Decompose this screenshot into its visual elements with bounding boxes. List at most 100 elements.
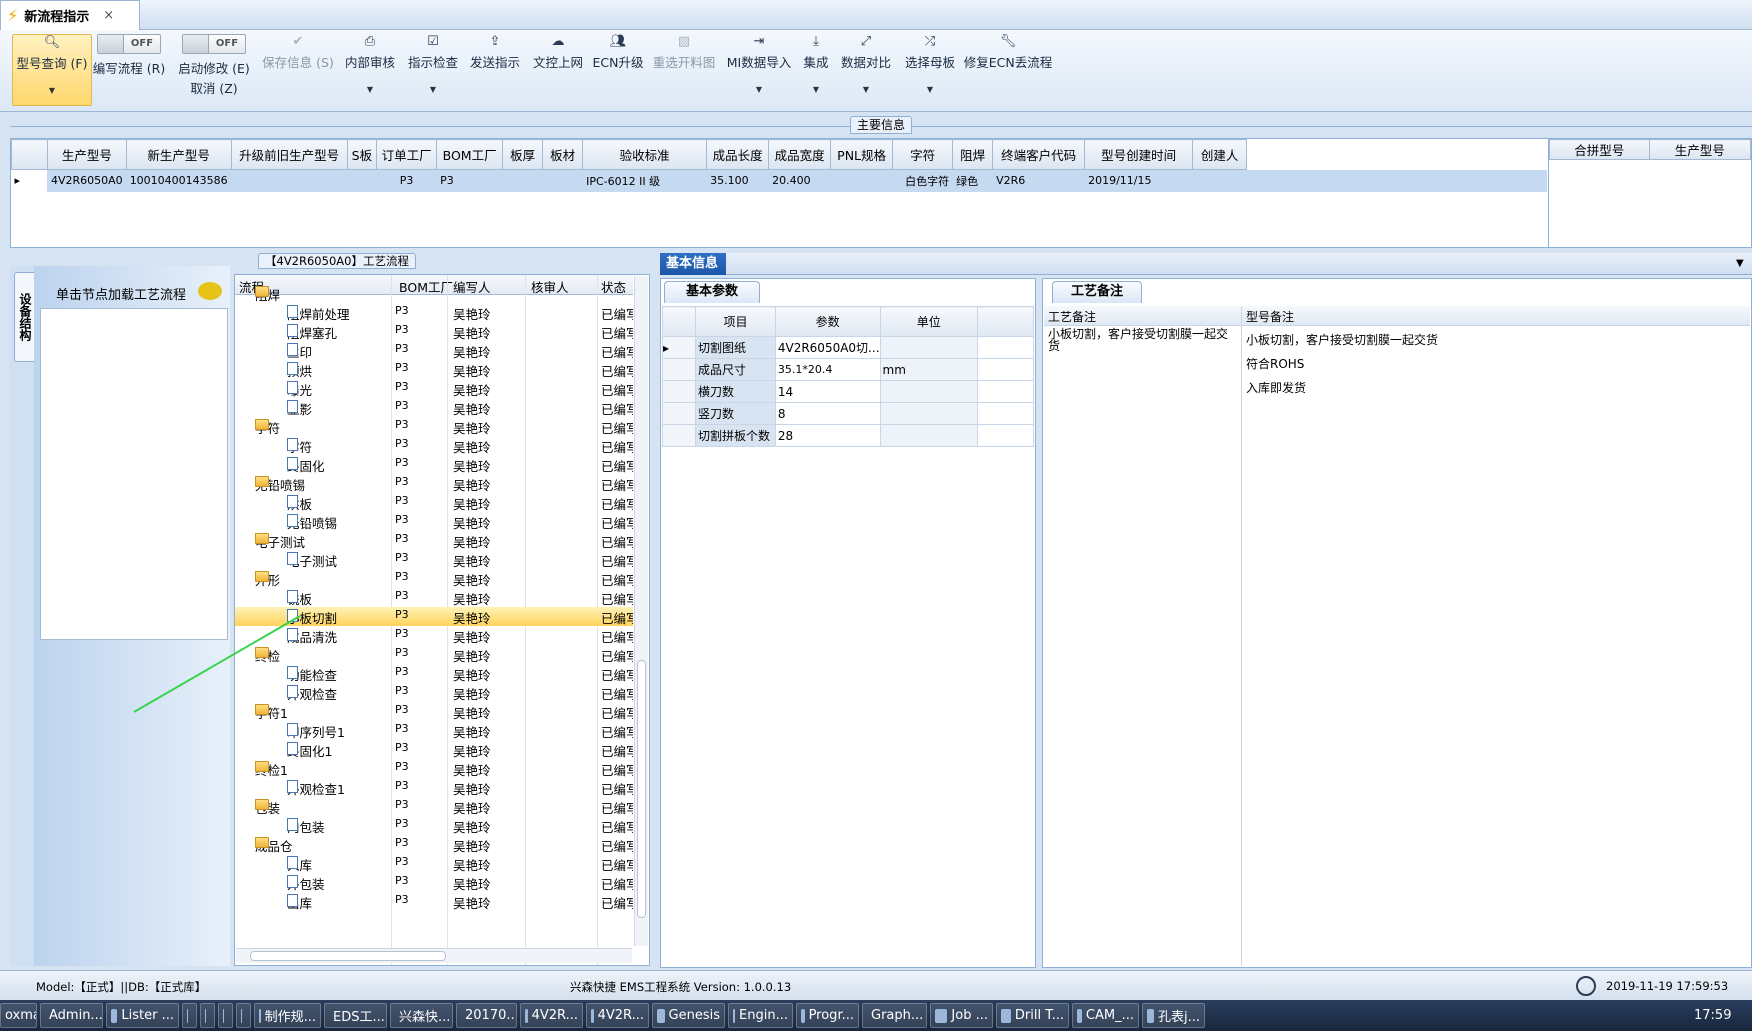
col-header[interactable]: 成品宽度: [768, 139, 832, 170]
taskbar-item[interactable]: [236, 1003, 251, 1028]
chevron-down-icon[interactable]: ▼: [927, 85, 933, 94]
scroll-thumb[interactable]: [637, 660, 646, 918]
instruction-check-button[interactable]: ☑ 指示检查 ▼: [408, 34, 458, 106]
reselect-cutting-drawing-button[interactable]: ▨ 重选开料图: [652, 34, 716, 106]
params-table[interactable]: 项目 参数 单位 ▸ 切割图纸 4V2R6050A0切... 成品尺寸 35.1*20.…: [661, 306, 1035, 447]
taskbar-item[interactable]: 20170...: [456, 1003, 517, 1028]
col-header[interactable]: 参数: [774, 306, 881, 337]
taskbar-item[interactable]: Drill T...: [996, 1003, 1069, 1028]
ecn-upgrade-button[interactable]: 👥︎ ECN升级: [593, 34, 644, 106]
col-header[interactable]: 生产型号: [47, 139, 127, 170]
taskbar-item[interactable]: 4V2R...: [520, 1003, 583, 1028]
col-header[interactable]: 阻焊: [952, 139, 994, 170]
model-notes-text[interactable]: 小板切割，客户接受切割膜一起交货 符合ROHS 入库即发货: [1242, 326, 1750, 402]
tree-node[interactable]: −成品仓P3吴艳玲已编写: [235, 835, 633, 854]
col-header[interactable]: 创建人: [1192, 139, 1248, 170]
tree-node[interactable]: 丝印P3吴艳玲已编写: [235, 341, 633, 360]
tree-node[interactable]: −字符P3吴艳玲已编写: [235, 417, 633, 436]
comment-icon[interactable]: [198, 282, 222, 300]
taskbar-item[interactable]: Engin...: [728, 1003, 793, 1028]
col-header[interactable]: 项目: [695, 306, 776, 337]
tree-node[interactable]: 无铅喷锡P3吴艳玲已编写: [235, 512, 633, 531]
taskbar-item[interactable]: CAM_...: [1072, 1003, 1139, 1028]
table-row[interactable]: 成品尺寸 35.1*20.4 mm: [661, 358, 1035, 381]
tab-process-notes[interactable]: 工艺备注: [1052, 281, 1142, 303]
chevron-down-icon[interactable]: ▼: [367, 85, 373, 94]
chevron-down-icon[interactable]: ▼: [1736, 258, 1744, 269]
tree-node[interactable]: 出库P3吴艳玲已编写: [235, 892, 633, 911]
load-flow-box[interactable]: [40, 308, 228, 640]
chevron-down-icon[interactable]: ▼: [49, 86, 55, 95]
save-info-button[interactable]: ✔ 保存信息 (S): [262, 34, 334, 106]
taskbar-item[interactable]: 兴森快...: [390, 1003, 453, 1028]
table-row[interactable]: 横刀数 14: [661, 380, 1035, 403]
col-header[interactable]: BOM工厂: [436, 139, 504, 170]
doc-control-publish-button[interactable]: ☁ 文控上网: [532, 34, 584, 106]
write-flow-toggle[interactable]: OFF 编写流程 (R): [93, 34, 165, 106]
tab-basic-info[interactable]: 基本信息: [660, 253, 726, 275]
tab-basic-params[interactable]: 基本参数: [664, 281, 760, 303]
chevron-down-icon[interactable]: ▼: [813, 85, 819, 94]
start-modify-toggle[interactable]: OFF 启动修改 (E) 取消 (Z): [176, 34, 252, 106]
col-header[interactable]: 板材: [542, 139, 584, 170]
cancel-button[interactable]: 取消 (Z): [190, 78, 237, 97]
process-notes-column[interactable]: 工艺备注 小板切割，客户接受切割膜一起交货: [1044, 306, 1242, 966]
document-tab[interactable]: ⚡ 新流程指示 ×: [0, 0, 140, 30]
data-compare-button[interactable]: ⤢ 数据对比 ▼: [840, 34, 892, 106]
tree-node[interactable]: 电子测试P3吴艳玲已编写: [235, 550, 633, 569]
repair-ecn-flow-button[interactable]: 🔧︎ 修复ECN丢流程: [964, 34, 1052, 106]
tree-node[interactable]: 显影P3吴艳玲已编写: [235, 398, 633, 417]
table-row[interactable]: 竖刀数 8: [661, 402, 1035, 425]
tree-node[interactable]: 烘板P3吴艳玲已编写: [235, 493, 633, 512]
table-row[interactable]: ▸ 4V2R6050A0 10010400143586 P3 P3 IPC-60…: [11, 169, 1554, 192]
mi-data-import-button[interactable]: ⇥ MI数据导入 ▼: [726, 34, 792, 106]
taskbar-item[interactable]: [200, 1003, 215, 1028]
tree-node[interactable]: 内包装P3吴艳玲已编写: [235, 816, 633, 835]
col-header[interactable]: 合拼型号: [1549, 139, 1650, 160]
tree-node[interactable]: 终固化1P3吴艳玲已编写: [235, 740, 633, 759]
col-header[interactable]: 验收标准: [582, 139, 708, 170]
table-row[interactable]: ▸ 切割图纸 4V2R6050A0切...: [661, 336, 1035, 359]
tab-equipment-structure[interactable]: 设备结构: [14, 272, 36, 362]
tree-horizontal-scrollbar[interactable]: [236, 948, 632, 963]
tree-node[interactable]: 预烘P3吴艳玲已编写: [235, 360, 633, 379]
tree-node[interactable]: 入库P3吴艳玲已编写: [235, 854, 633, 873]
send-instruction-button[interactable]: ⇪ 发送指示: [470, 34, 520, 106]
tree-node[interactable]: 终固化P3吴艳玲已编写: [235, 455, 633, 474]
tree-node[interactable]: −阻焊: [235, 284, 633, 303]
merge-model-grid[interactable]: 合拼型号 生产型号: [1548, 138, 1752, 248]
process-notes-text[interactable]: 小板切割，客户接受切割膜一起交货: [1044, 326, 1241, 354]
tree-node[interactable]: 外包装P3吴艳玲已编写: [235, 873, 633, 892]
tree-node[interactable]: −外形P3吴艳玲已编写: [235, 569, 633, 588]
taskbar-item[interactable]: Job ...: [930, 1003, 993, 1028]
model-query-button[interactable]: 🔍︎ 型号查询 (F) ▼: [12, 34, 92, 106]
col-header[interactable]: 字符: [892, 139, 954, 170]
col-header[interactable]: 型号创建时间: [1084, 139, 1194, 170]
table-row[interactable]: 切割拼板个数 28: [661, 424, 1035, 447]
col-header[interactable]: PNL规格: [830, 139, 894, 170]
tree-node[interactable]: 阻焊前处理P3吴艳玲已编写: [235, 303, 633, 322]
tree-node[interactable]: 曝光P3吴艳玲已编写: [235, 379, 633, 398]
taskbar-item[interactable]: [218, 1003, 233, 1028]
tree-node[interactable]: −终检1P3吴艳玲已编写: [235, 759, 633, 778]
chevron-down-icon[interactable]: ▼: [863, 85, 869, 94]
tree-vertical-scrollbar[interactable]: [634, 276, 648, 946]
col-header[interactable]: 终端客户代码: [992, 139, 1086, 170]
internal-review-button[interactable]: ⎙ 内部审核 ▼: [344, 34, 396, 106]
taskbar-item[interactable]: EDS工...: [324, 1003, 387, 1028]
taskbar-item[interactable]: Graph...: [862, 1003, 927, 1028]
col-header[interactable]: 生产型号: [1648, 139, 1751, 160]
scroll-thumb[interactable]: [250, 951, 446, 961]
tree-node[interactable]: 字符P3吴艳玲已编写: [235, 436, 633, 455]
taskbar-item[interactable]: 制作规...: [254, 1003, 321, 1028]
start-modify-switch[interactable]: OFF: [182, 34, 246, 54]
taskbar-item[interactable]: oxmail: [0, 1003, 37, 1028]
taskbar-item[interactable]: Lister ...: [106, 1003, 179, 1028]
taskbar-item[interactable]: Admin...: [40, 1003, 103, 1028]
tree-node[interactable]: −电子测试P3吴艳玲已编写: [235, 531, 633, 550]
tree-node[interactable]: 阻焊塞孔P3吴艳玲已编写: [235, 322, 633, 341]
col-header[interactable]: 订单工厂: [376, 139, 438, 170]
tree-node[interactable]: −无铅喷锡P3吴艳玲已编写: [235, 474, 633, 493]
integrate-button[interactable]: ⤓ 集成 ▼: [800, 34, 832, 106]
tree-node[interactable]: 印序列号1P3吴艳玲已编写: [235, 721, 633, 740]
